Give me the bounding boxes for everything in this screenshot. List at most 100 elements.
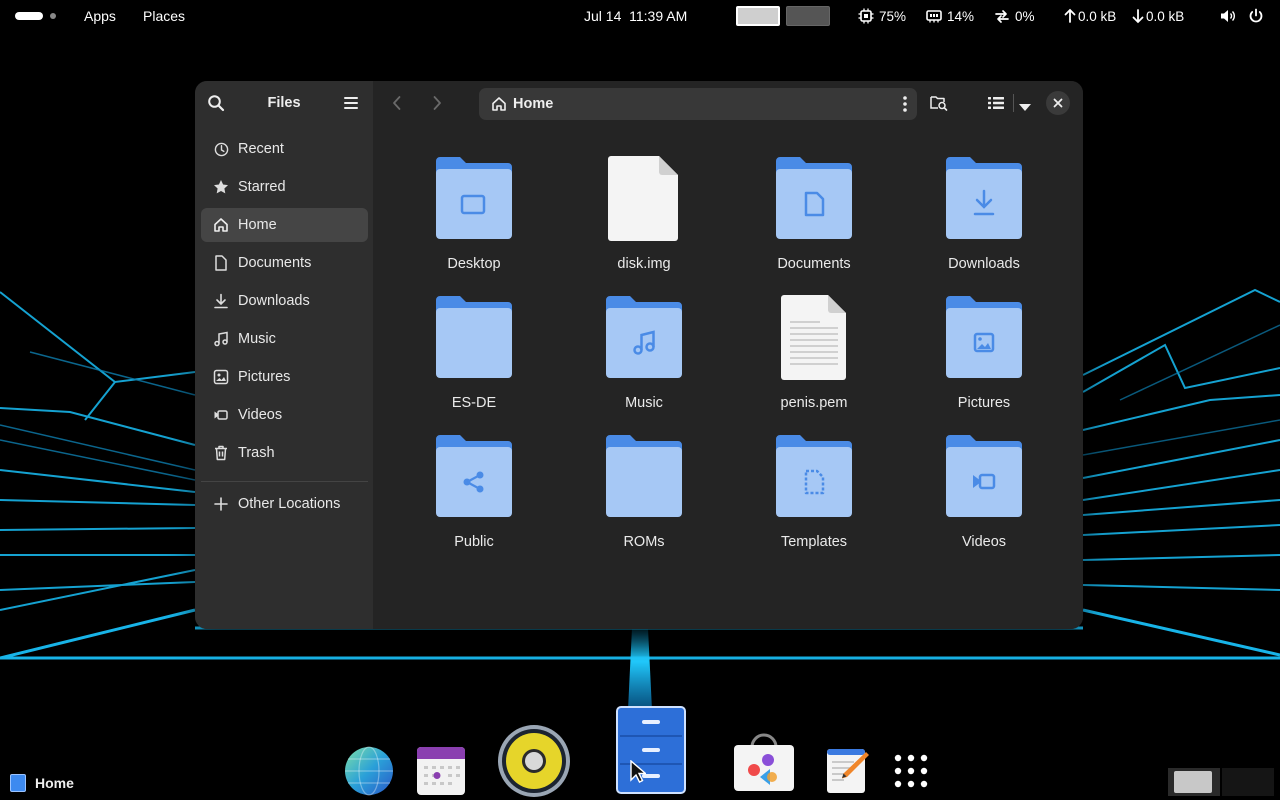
file-manager-icon[interactable] xyxy=(616,706,686,794)
home-icon xyxy=(491,96,507,112)
places-menu[interactable]: Places xyxy=(143,0,185,32)
trash-icon xyxy=(213,445,229,461)
file-name: penis.pem xyxy=(780,395,848,411)
calendar-icon[interactable] xyxy=(416,746,466,796)
workspace-indicator-inactive[interactable] xyxy=(50,13,56,19)
sidebar-item-label: Starred xyxy=(238,179,286,195)
folder-icon xyxy=(436,296,512,378)
file-item-roms[interactable]: ROMs xyxy=(569,433,719,563)
home-icon xyxy=(213,217,229,233)
file-name: ROMs xyxy=(623,534,665,550)
workspace-switcher-2[interactable] xyxy=(1222,768,1274,796)
memory-value: 14% xyxy=(947,8,975,24)
sidebar-item-home[interactable]: Home xyxy=(201,208,368,242)
workspace-indicator-active[interactable] xyxy=(15,12,43,20)
picture-icon xyxy=(213,369,229,385)
top-bar: Apps Places Jul 14 11:39 AM 75% 14% 0% 0… xyxy=(0,0,1280,32)
text-editor-icon[interactable] xyxy=(826,746,870,794)
taskbar-window-home[interactable]: Home xyxy=(10,770,74,796)
music-icon xyxy=(213,331,229,347)
workspace-switcher-1[interactable] xyxy=(1168,768,1220,796)
file-item-videos[interactable]: Videos xyxy=(909,433,1059,563)
cpu-value: 75% xyxy=(879,8,907,24)
sidebar-item-downloads[interactable]: Downloads xyxy=(201,284,368,318)
file-item-downloads[interactable]: Downloads xyxy=(909,155,1059,285)
file-name: Desktop xyxy=(447,256,501,272)
sidebar-item-label: Downloads xyxy=(238,293,310,309)
forward-button[interactable] xyxy=(431,95,443,116)
sidebar-item-recent[interactable]: Recent xyxy=(201,132,368,166)
sidebar-item-other-locations[interactable]: Other Locations xyxy=(201,487,368,521)
swap-value: 0% xyxy=(1015,8,1035,24)
files-window: Files Recent Starred Home Documents Down… xyxy=(195,81,1083,629)
file-item-pictures[interactable]: Pictures xyxy=(909,294,1059,424)
sidebar-item-label: Other Locations xyxy=(238,496,341,512)
file-item-music[interactable]: Music xyxy=(569,294,719,424)
close-button[interactable] xyxy=(1046,91,1070,115)
sidebar-item-music[interactable]: Music xyxy=(201,322,368,356)
sidebar-item-label: Videos xyxy=(238,407,283,423)
memory-monitor[interactable]: 14% xyxy=(926,0,974,32)
mouse-pointer-icon xyxy=(630,760,646,784)
arrow-down-icon xyxy=(1132,8,1144,24)
sidebar-item-pictures[interactable]: Pictures xyxy=(201,360,368,394)
memory-icon xyxy=(926,8,942,24)
current-path: Home xyxy=(513,96,554,112)
sidebar-item-label: Pictures xyxy=(238,369,291,385)
file-item-penis-pem[interactable]: penis.pem xyxy=(739,294,889,424)
network-upload-monitor[interactable]: 0.0 kB xyxy=(1064,0,1116,32)
folder-public-icon xyxy=(436,435,512,517)
file-name: ES-DE xyxy=(451,395,497,411)
file-item-disk-img[interactable]: disk.img xyxy=(569,155,719,285)
swap-monitor[interactable]: 0% xyxy=(994,0,1035,32)
sidebar-item-videos[interactable]: Videos xyxy=(201,398,368,432)
sidebar-item-label: Recent xyxy=(238,141,284,157)
volume-icon[interactable] xyxy=(1220,0,1236,32)
power-icon[interactable] xyxy=(1248,0,1264,32)
kebab-menu-icon[interactable] xyxy=(903,96,907,116)
video-icon xyxy=(213,407,229,423)
folder-documents-icon xyxy=(776,157,852,239)
download-value: 0.0 kB xyxy=(1146,8,1185,24)
file-item-desktop[interactable]: Desktop xyxy=(399,155,549,285)
search-folder-icon[interactable] xyxy=(930,95,948,116)
text-file-icon xyxy=(781,295,846,380)
path-bar[interactable]: Home xyxy=(479,88,917,120)
sidebar-item-label: Home xyxy=(238,217,277,233)
apps-menu[interactable]: Apps xyxy=(84,0,116,32)
sidebar-item-label: Documents xyxy=(238,255,312,271)
view-options-dropdown-icon[interactable] xyxy=(1019,99,1031,117)
network-download-monitor[interactable]: 0.0 kB xyxy=(1132,0,1184,32)
workspace-thumbnail-2[interactable] xyxy=(786,6,830,26)
file-item-public[interactable]: Public xyxy=(399,433,549,563)
folder-videos-icon xyxy=(946,435,1022,517)
folder-pictures-icon xyxy=(946,296,1022,378)
plus-icon xyxy=(213,496,229,512)
swap-icon xyxy=(994,8,1010,24)
sidebar-header: Files xyxy=(195,81,373,125)
folder-icon xyxy=(606,435,682,517)
workspace-thumbnail-1[interactable] xyxy=(736,6,780,26)
file-item-es-de[interactable]: ES-DE xyxy=(399,294,549,424)
back-button[interactable] xyxy=(391,95,403,116)
taskbar-window-label: Home xyxy=(35,775,74,791)
toolbar-separator xyxy=(1013,94,1014,112)
sidebar-item-trash[interactable]: Trash xyxy=(201,436,368,470)
star-icon xyxy=(213,179,229,195)
list-view-icon[interactable] xyxy=(988,96,1004,115)
clock-icon xyxy=(213,141,229,157)
clock[interactable]: Jul 14 11:39 AM xyxy=(584,0,687,32)
sidebar-item-documents[interactable]: Documents xyxy=(201,246,368,280)
file-item-templates[interactable]: Templates xyxy=(739,433,889,563)
speaker-icon[interactable] xyxy=(497,724,571,798)
hamburger-menu-icon[interactable] xyxy=(343,96,359,115)
sidebar-item-label: Trash xyxy=(238,445,275,461)
file-item-documents[interactable]: Documents xyxy=(739,155,889,285)
sidebar-item-starred[interactable]: Starred xyxy=(201,170,368,204)
app-grid-icon[interactable] xyxy=(894,754,928,788)
software-store-icon[interactable] xyxy=(732,733,796,793)
folder-templates-icon xyxy=(776,435,852,517)
cpu-monitor[interactable]: 75% xyxy=(858,0,906,32)
web-browser-icon[interactable] xyxy=(344,745,394,797)
folder-music-icon xyxy=(606,296,682,378)
